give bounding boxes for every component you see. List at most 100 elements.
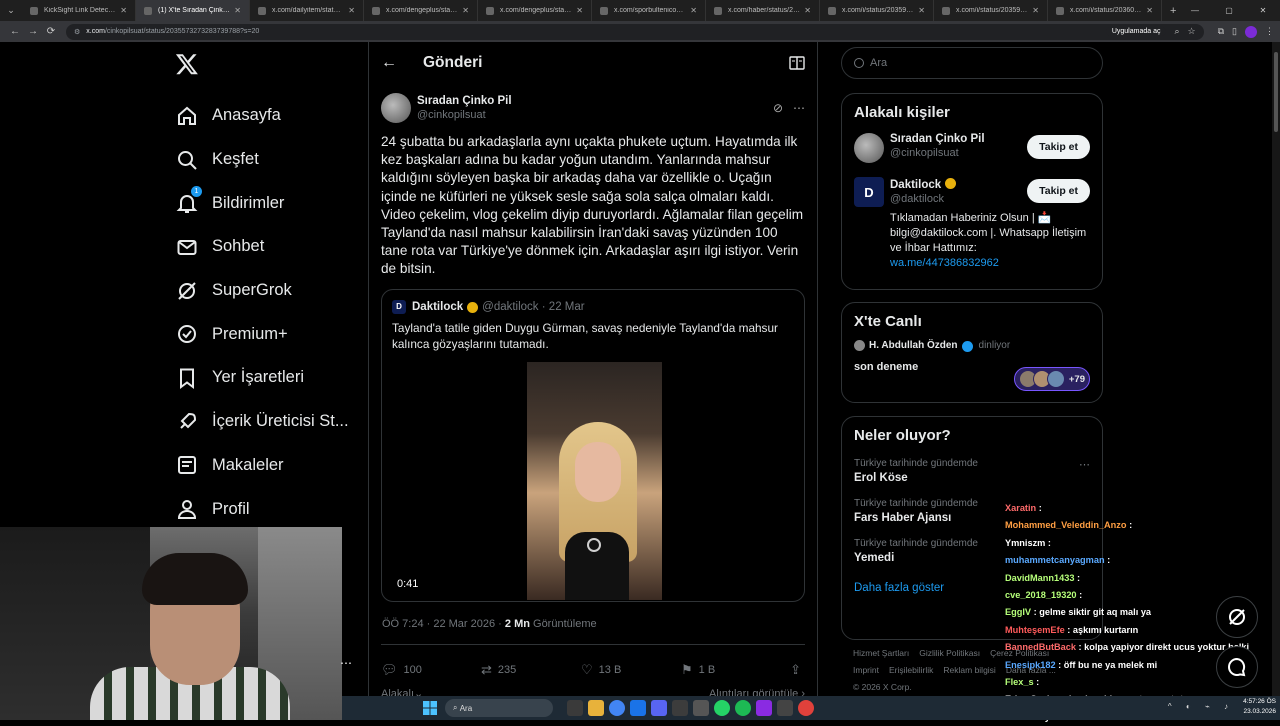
bookmark-button[interactable]: ⚑ 1 B — [681, 662, 781, 678]
chat-username[interactable]: Ymniszm — [1005, 538, 1045, 548]
tab-close-icon[interactable]: ✕ — [348, 6, 355, 15]
chat-username[interactable]: muhammetcanyagman — [1005, 555, 1105, 565]
clock[interactable]: 4:57:26 ÖS 23.03.2026 — [1243, 697, 1276, 717]
person-item[interactable]: D Daktilock @daktilock Tıklamadan Haberi… — [854, 177, 1090, 271]
new-tab-button[interactable]: + — [1170, 5, 1176, 17]
nav-item-rocket[interactable]: İçerik Üreticisi St... — [176, 400, 349, 444]
browser-tab[interactable]: x.com/dengeplus/status/2035 ✕ — [364, 0, 478, 21]
tab-close-icon[interactable]: ✕ — [462, 6, 469, 15]
browser-tab[interactable]: x.com/i/status/203598391215 ✕ — [820, 0, 934, 21]
footer-link[interactable]: Imprint — [853, 665, 879, 675]
chat-username[interactable]: BannedButBack — [1005, 642, 1076, 652]
system-tray-icons[interactable]: ^ ◐ ⌁ ♪ — [1168, 702, 1234, 711]
extensions-icon[interactable]: ⧉ — [1218, 26, 1224, 38]
grok-fab-button[interactable] — [1216, 596, 1258, 638]
chat-username[interactable]: cve_2018_19320 — [1005, 590, 1077, 600]
browser-tab[interactable]: x.com/dailyitem/status/2035 ✕ — [250, 0, 364, 21]
app-icon[interactable] — [777, 700, 793, 716]
nav-item-bell[interactable]: 1 Bildirimler — [176, 181, 349, 225]
browser-tab[interactable]: x.com/i/status/20360055306 ✕ — [1048, 0, 1162, 21]
spotify-icon[interactable] — [735, 700, 751, 716]
footer-link[interactable]: Reklam bilgisi — [943, 665, 995, 675]
live-host[interactable]: H. Abdullah Özden dinliyor — [854, 340, 1090, 352]
obs-icon[interactable] — [798, 700, 814, 716]
browser-tab[interactable]: x.com/dengeplus/status/2035 ✕ — [478, 0, 592, 21]
nav-item-bookmark[interactable]: Yer İşaretleri — [176, 356, 349, 400]
quoted-tweet[interactable]: D Daktilock @daktilock · 22 Mar Tayland'… — [381, 288, 805, 602]
tab-close-icon[interactable]: ✕ — [576, 6, 583, 15]
nav-item-mail[interactable]: Sohbet — [176, 225, 349, 269]
tab-close-icon[interactable]: ✕ — [1032, 6, 1039, 15]
author-name[interactable]: Sıradan Çinko Pil — [417, 95, 512, 107]
browser-tab[interactable]: KickSight Link Detector ✕ — [22, 0, 136, 21]
follow-button[interactable]: Takip et — [1027, 179, 1090, 203]
tab-search-icon[interactable]: ⌄ — [0, 5, 22, 16]
more-options-icon[interactable]: ⋯ — [793, 101, 805, 115]
tab-close-icon[interactable]: ✕ — [1146, 6, 1153, 15]
messages-fab-button[interactable] — [1216, 646, 1258, 688]
repost-button[interactable]: ⇄ 235 — [481, 662, 581, 678]
reply-button[interactable]: 💬︎ 100 — [381, 662, 481, 678]
browser-tab[interactable]: (1) X'te Sıradan Çinko Pil ✕ — [136, 0, 250, 21]
open-in-app-button[interactable]: Uygulamada aç — [1105, 27, 1167, 36]
x-logo-icon[interactable] — [175, 52, 199, 76]
trend-item[interactable]: Türkiye tarihinde gündemde Erol Köse ⋯ — [854, 458, 1090, 484]
close-window-button[interactable]: ✕ — [1246, 0, 1280, 21]
scrollbar[interactable] — [1272, 42, 1280, 696]
tab-close-icon[interactable]: ✕ — [918, 6, 925, 15]
post-timestamp[interactable]: ÖÖ 7:24 · 22 Mar 2026 · — [382, 618, 505, 630]
profile-avatar[interactable] — [1245, 25, 1257, 38]
video-thumbnail[interactable] — [527, 361, 662, 600]
reader-mode-icon[interactable] — [789, 56, 805, 70]
follow-button[interactable]: Takip et — [1027, 135, 1090, 159]
windows-start-icon[interactable] — [423, 701, 437, 715]
discord-icon[interactable] — [651, 700, 667, 716]
chat-username[interactable]: Xaratin — [1005, 503, 1036, 513]
more-options-icon[interactable]: ⋯ — [1079, 458, 1090, 471]
star-icon[interactable]: ☆ — [1188, 26, 1196, 37]
grok-icon[interactable]: ⊘ — [773, 101, 783, 115]
taskbar-search[interactable]: ⌕ Ara — [445, 699, 553, 717]
chat-username[interactable]: Mohammed_Veleddin_Anzo — [1005, 520, 1127, 530]
maximize-button[interactable]: ▢ — [1212, 0, 1246, 21]
tab-close-icon[interactable]: ✕ — [234, 6, 241, 15]
edge-icon[interactable] — [630, 700, 646, 716]
listeners-pill[interactable]: +79 — [1013, 367, 1090, 391]
url-field[interactable]: ⚙ x.com /cinkopilsuat/status/20355732732… — [66, 23, 1204, 40]
person-item[interactable]: Sıradan Çinko Pil @cinkopilsuat Takip et — [854, 133, 1090, 163]
minimize-button[interactable]: — — [1178, 0, 1212, 21]
author-handle[interactable]: @cinkopilsuat — [417, 109, 512, 121]
nav-item-article[interactable]: Makaleler — [176, 444, 349, 488]
forward-nav-icon[interactable]: → — [24, 26, 42, 37]
nav-item-home[interactable]: Anasayfa — [176, 94, 349, 138]
nav-item-profile[interactable]: Profil — [176, 487, 349, 531]
footer-link[interactable]: Erişilebilirlik — [889, 665, 933, 675]
nav-item-grok[interactable]: SuperGrok — [176, 269, 349, 313]
tab-close-icon[interactable]: ✕ — [804, 6, 811, 15]
task-view-icon[interactable] — [567, 700, 583, 716]
sidebar-icon[interactable]: ▯ — [1232, 26, 1237, 38]
browser-tab[interactable]: x.com/i/status/203598245098 ✕ — [934, 0, 1048, 21]
app-icon[interactable] — [756, 700, 772, 716]
zoom-icon[interactable]: ⌕ — [1174, 26, 1179, 37]
chrome-icon[interactable] — [609, 700, 625, 716]
browser-tab[interactable]: x.com/haber/status/2035707✕ — [706, 0, 820, 21]
tab-close-icon[interactable]: ✕ — [120, 6, 127, 15]
file-explorer-icon[interactable] — [588, 700, 604, 716]
menu-icon[interactable]: ⋮ — [1265, 26, 1274, 38]
avatar[interactable] — [381, 93, 411, 123]
nav-item-search[interactable]: Keşfet — [176, 138, 349, 182]
search-input[interactable]: Ara — [841, 47, 1103, 79]
chat-username[interactable]: EggIV — [1005, 607, 1031, 617]
back-nav-icon[interactable]: ← — [6, 26, 24, 37]
app-icon[interactable] — [693, 700, 709, 716]
chat-username[interactable]: DavidMann1433 — [1005, 573, 1074, 583]
chat-username[interactable]: Enesipk182 — [1005, 660, 1056, 670]
reload-icon[interactable]: ⟳ — [42, 26, 60, 37]
chat-username[interactable]: MuhteşemEfe — [1005, 625, 1065, 635]
chat-username[interactable]: Flex_s — [1005, 677, 1034, 687]
back-arrow-icon[interactable]: ← — [381, 54, 423, 72]
app-icon[interactable] — [672, 700, 688, 716]
share-button[interactable]: ⇪ — [790, 662, 805, 678]
more-icon[interactable]: ⋯ — [340, 656, 352, 670]
